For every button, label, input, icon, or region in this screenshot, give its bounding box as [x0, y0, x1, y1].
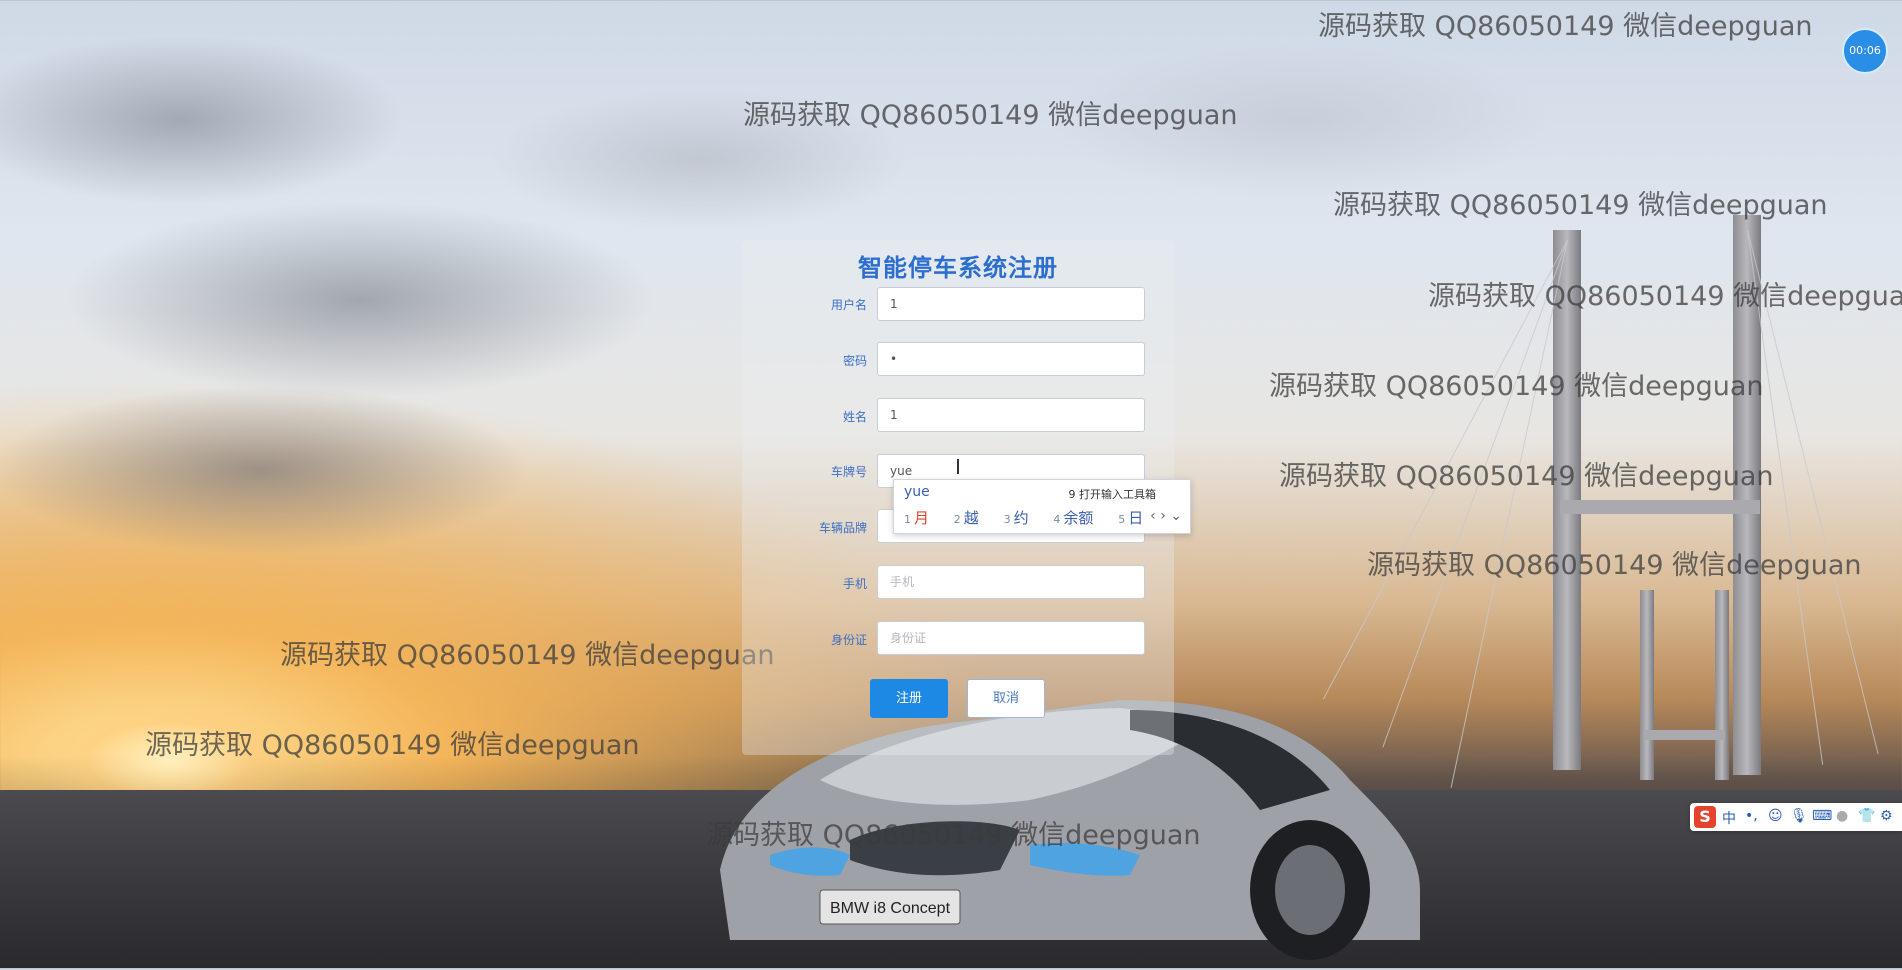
ime-candidate[interactable]: 4 余额 — [1053, 509, 1103, 527]
username-input[interactable]: 1 — [877, 287, 1145, 321]
register-button[interactable]: 注册 — [870, 679, 948, 718]
ime-lang-toggle[interactable]: 中 — [1722, 808, 1736, 828]
car-plate-text: BMW i8 Concept — [830, 900, 951, 917]
idcard-label: 身份证 — [830, 633, 867, 647]
keyboard-icon[interactable]: ⌨ — [1812, 808, 1832, 824]
bridge-crossbeam — [1560, 500, 1760, 514]
ime-candidates: 1月 2越 3约 4 余额 5日 — [904, 507, 1163, 528]
ime-toolbar: S 中 •, ☺ 🎙 ⌨ ● 👕 ⚙ — [1690, 803, 1902, 831]
idcard-input[interactable]: 身份证 — [877, 621, 1145, 655]
skin-icon[interactable]: 👕 — [1858, 808, 1875, 824]
name-input[interactable]: 1 — [877, 398, 1145, 432]
bridge-tower-far-left — [1640, 590, 1654, 780]
ime-page-nav-icon[interactable]: ‹ › ⌄ — [1150, 508, 1182, 524]
plate-label: 车牌号 — [830, 465, 867, 479]
bridge-crossbeam-lower — [1645, 730, 1725, 740]
bridge-tower-far-right — [1715, 590, 1729, 780]
punctuation-icon[interactable]: •, — [1745, 808, 1758, 824]
name-label: 姓名 — [842, 410, 867, 424]
text-cursor-icon — [957, 459, 959, 474]
ime-candidate[interactable]: 2越 — [954, 509, 989, 527]
user-icon[interactable]: ● — [1836, 808, 1848, 824]
username-label: 用户名 — [830, 298, 867, 312]
mic-icon[interactable]: 🎙 — [1790, 808, 1808, 824]
page-title: 智能停车系统注册 — [858, 254, 1058, 282]
settings-icon[interactable]: ⚙ — [1880, 808, 1893, 824]
sogou-logo-icon[interactable]: S — [1694, 806, 1716, 828]
timer-badge[interactable]: 00:06 — [1842, 28, 1888, 74]
ime-candidate[interactable]: 5日 — [1118, 509, 1153, 527]
ime-candidate[interactable]: 1月 — [904, 509, 939, 527]
ime-candidate-popup: yue 9 打开输入工具箱 1月 2越 3约 4 余额 5日 ‹ › ⌄ — [893, 479, 1191, 534]
ime-pinyin: yue — [904, 484, 930, 500]
password-input[interactable]: • — [877, 342, 1145, 376]
emoji-icon[interactable]: ☺ — [1768, 808, 1783, 824]
cancel-button[interactable]: 取消 — [967, 679, 1045, 718]
password-label: 密码 — [842, 354, 867, 368]
ime-toolbox-link[interactable]: 9 打开输入工具箱 — [1069, 486, 1157, 502]
ime-candidate[interactable]: 3约 — [1004, 509, 1039, 527]
phone-input[interactable]: 手机 — [877, 565, 1145, 599]
phone-label: 手机 — [842, 577, 867, 591]
brand-label: 车辆品牌 — [818, 521, 867, 535]
